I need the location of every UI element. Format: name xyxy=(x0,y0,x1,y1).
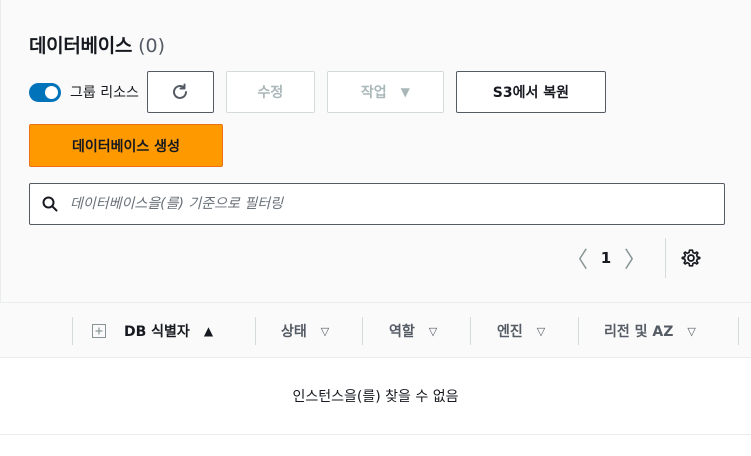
actions-dropdown-button[interactable]: 작업 ▼ xyxy=(326,71,444,113)
column-label: 상태 xyxy=(281,324,307,340)
column-label: 엔진 xyxy=(497,324,523,340)
sort-icon: ▽ xyxy=(536,324,546,338)
edit-button[interactable]: 수정 xyxy=(225,71,315,113)
sort-ascending-icon: ▲ xyxy=(203,324,214,338)
column-divider xyxy=(738,317,739,345)
table-header: DB 식별자 ▲ 상태 ▽ 역할 ▽ 엔진 ▽ 리전 및 AZ ▽ xyxy=(0,302,751,358)
sort-icon: ▽ xyxy=(320,324,330,338)
sort-icon: ▽ xyxy=(687,324,696,338)
toolbar: 그룹 리소스 수정 작업 ▼ S3에서 복원 xyxy=(29,71,618,113)
column-db-identifier[interactable]: DB 식별자 ▲ xyxy=(92,303,213,359)
column-divider xyxy=(255,317,256,345)
pagination: 〈 1 〉 xyxy=(561,238,702,278)
column-engine[interactable]: 엔진 ▽ xyxy=(497,303,545,359)
toggle-knob xyxy=(45,85,58,99)
database-panel: 데이터베이스 (0) 그룹 리소스 수정 작업 ▼ S3에서 복원 데이터베이스… xyxy=(0,0,751,302)
next-page-icon[interactable]: 〉 xyxy=(619,242,651,274)
column-label: 리전 및 AZ xyxy=(604,324,674,340)
create-database-button[interactable]: 데이터베이스 생성 xyxy=(29,124,223,167)
restore-from-s3-button[interactable]: S3에서 복원 xyxy=(455,71,606,113)
pagination-divider xyxy=(665,238,666,278)
column-role[interactable]: 역할 ▽ xyxy=(389,303,437,359)
column-region-az[interactable]: 리전 및 AZ ▽ xyxy=(604,303,696,359)
edit-label: 수정 xyxy=(257,85,284,101)
create-database-label: 데이터베이스 생성 xyxy=(72,138,180,155)
restore-label: S3에서 복원 xyxy=(492,85,569,101)
caret-down-icon: ▼ xyxy=(400,85,410,99)
filter-input[interactable] xyxy=(68,195,724,213)
group-resources-toggle[interactable]: 그룹 리소스 xyxy=(29,71,139,113)
refresh-icon xyxy=(173,83,188,99)
refresh-button[interactable] xyxy=(146,71,214,113)
empty-state-message: 인스턴스을(를) 찾을 수 없음 xyxy=(0,358,751,435)
column-label: 역할 xyxy=(389,324,415,340)
expand-all-icon[interactable] xyxy=(92,324,106,338)
previous-page-icon[interactable]: 〈 xyxy=(561,242,593,274)
page-number[interactable]: 1 xyxy=(593,249,619,267)
column-label: DB 식별자 xyxy=(124,324,190,340)
page-title: 데이터베이스 xyxy=(29,35,133,57)
column-divider xyxy=(72,317,73,345)
gear-icon[interactable] xyxy=(680,247,702,269)
toggle-switch[interactable] xyxy=(29,82,61,102)
filter-search-box[interactable] xyxy=(29,183,725,225)
column-divider xyxy=(470,317,471,345)
actions-label: 작업 xyxy=(360,85,387,101)
group-resources-label: 그룹 리소스 xyxy=(70,85,139,101)
sort-icon: ▽ xyxy=(428,324,438,338)
column-divider xyxy=(362,317,363,345)
column-status[interactable]: 상태 ▽ xyxy=(281,303,329,359)
database-count: (0) xyxy=(138,35,166,57)
page-header: 데이터베이스 (0) xyxy=(29,31,165,57)
search-icon xyxy=(42,196,58,212)
column-divider xyxy=(578,317,579,345)
